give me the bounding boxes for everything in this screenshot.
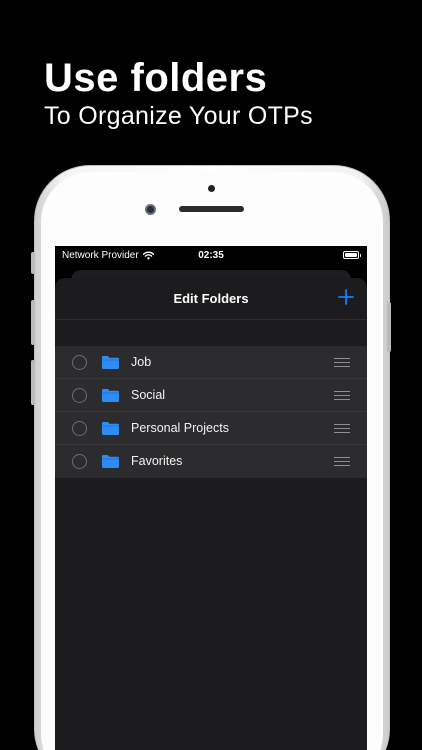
battery-icon bbox=[343, 251, 361, 259]
phone-volume-up bbox=[31, 300, 35, 345]
reorder-handle-icon[interactable] bbox=[334, 457, 350, 466]
folder-icon bbox=[102, 356, 119, 369]
proximity-sensor bbox=[208, 185, 215, 192]
folder-icon bbox=[102, 455, 119, 468]
folder-icon bbox=[102, 422, 119, 435]
select-radio[interactable] bbox=[72, 454, 87, 469]
phone-volume-down bbox=[31, 360, 35, 405]
status-time: 02:35 bbox=[198, 250, 224, 261]
folder-row-favorites[interactable]: Favorites bbox=[55, 445, 367, 478]
sheet-title: Edit Folders bbox=[173, 291, 249, 306]
folder-row-social[interactable]: Social bbox=[55, 379, 367, 412]
earpiece-speaker bbox=[179, 206, 244, 212]
edit-folders-sheet: Edit Folders Job Social Personal Project… bbox=[55, 278, 367, 750]
folder-list: Job Social Personal Projects Favorites bbox=[55, 346, 367, 478]
status-bar: Network Provider 02:35 bbox=[55, 246, 367, 266]
reorder-handle-icon[interactable] bbox=[334, 424, 350, 433]
select-radio[interactable] bbox=[72, 355, 87, 370]
front-camera bbox=[145, 204, 156, 215]
select-radio[interactable] bbox=[72, 421, 87, 436]
battery-level bbox=[345, 253, 357, 257]
add-folder-button[interactable] bbox=[335, 286, 357, 308]
folder-name: Job bbox=[131, 355, 152, 369]
reorder-handle-icon[interactable] bbox=[334, 358, 350, 367]
select-radio[interactable] bbox=[72, 388, 87, 403]
folder-name: Personal Projects bbox=[131, 421, 229, 435]
folder-name: Social bbox=[131, 388, 166, 402]
phone-silent-switch bbox=[31, 252, 35, 274]
folder-row-personal-projects[interactable]: Personal Projects bbox=[55, 412, 367, 445]
reorder-handle-icon[interactable] bbox=[334, 391, 350, 400]
folder-row-job[interactable]: Job bbox=[55, 346, 367, 379]
plus-icon bbox=[338, 289, 354, 305]
sheet-header: Edit Folders bbox=[55, 278, 367, 320]
folder-name: Favorites bbox=[131, 454, 183, 468]
phone-screen: Network Provider 02:35 Edit Folders Job … bbox=[55, 246, 367, 750]
promo-subline: To Organize Your OTPs bbox=[44, 102, 313, 130]
folder-icon bbox=[102, 389, 119, 402]
promo-headline: Use folders bbox=[44, 56, 268, 100]
phone-power-button bbox=[387, 302, 391, 352]
